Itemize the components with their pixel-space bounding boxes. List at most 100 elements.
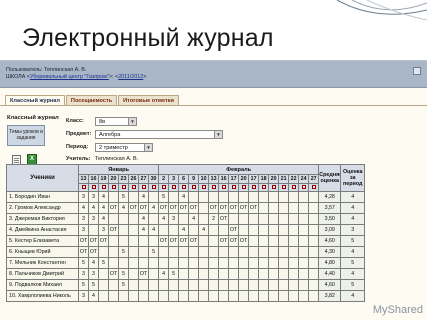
student-name[interactable]: 1. Бородин Иван (6, 191, 79, 203)
mark-cell[interactable] (308, 246, 320, 258)
mark-cell[interactable] (118, 290, 129, 302)
mark-cell[interactable]: ОТ (188, 235, 200, 247)
mark-cell[interactable] (218, 290, 230, 302)
mark-cell[interactable]: 3 (78, 290, 89, 302)
mark-cell[interactable] (228, 213, 240, 225)
mark-cell[interactable]: 4 (178, 224, 190, 236)
mark-cell[interactable] (218, 246, 230, 258)
mark-cell[interactable] (288, 202, 300, 214)
mark-cell[interactable] (128, 246, 139, 258)
mark-cell[interactable] (268, 257, 280, 269)
lesson-checkbox-cell[interactable] (128, 183, 139, 192)
mark-cell[interactable] (198, 257, 210, 269)
mark-cell[interactable]: 4 (147, 202, 160, 214)
mark-cell[interactable] (238, 290, 250, 302)
school-link[interactable]: Уборевальный центр "Газпром" (30, 74, 109, 80)
final-mark[interactable]: 5 (340, 257, 366, 269)
mark-cell[interactable] (168, 224, 180, 236)
mark-cell[interactable] (258, 268, 270, 280)
mark-cell[interactable] (278, 213, 290, 225)
lesson-checkbox-cell[interactable] (298, 183, 310, 192)
mark-cell[interactable] (248, 268, 260, 280)
mark-cell[interactable]: ОТ (98, 235, 109, 247)
mark-cell[interactable]: 3 (78, 224, 89, 236)
mark-cell[interactable] (188, 268, 200, 280)
student-name[interactable]: 8. Пальчиков Дмитрий (6, 268, 79, 280)
mark-cell[interactable] (208, 235, 220, 247)
lesson-checkbox-cell[interactable] (218, 183, 230, 192)
mark-cell[interactable]: 4 (88, 202, 99, 214)
mark-cell[interactable]: 5 (158, 191, 170, 203)
mark-cell[interactable] (208, 246, 220, 258)
day-header[interactable]: 10 (198, 174, 210, 184)
lesson-checkbox[interactable] (241, 185, 246, 190)
mark-cell[interactable] (268, 246, 280, 258)
student-name[interactable]: 9. Подвалков Михаил (6, 279, 79, 291)
mark-cell[interactable]: 5 (118, 279, 129, 291)
mark-cell[interactable] (288, 235, 300, 247)
final-mark[interactable]: 5 (340, 279, 366, 291)
mark-cell[interactable] (248, 246, 260, 258)
mark-cell[interactable] (258, 279, 270, 291)
mark-cell[interactable] (147, 191, 160, 203)
subject-select[interactable]: Алгебра ▼ (95, 130, 223, 139)
mark-cell[interactable] (178, 279, 190, 291)
day-header[interactable]: 20 (268, 174, 280, 184)
mark-cell[interactable] (147, 279, 160, 291)
mark-cell[interactable] (198, 279, 210, 291)
lesson-checkbox-cell[interactable] (228, 183, 240, 192)
mark-cell[interactable] (178, 246, 190, 258)
mark-cell[interactable] (248, 213, 260, 225)
lesson-checkbox[interactable] (261, 185, 266, 190)
lesson-checkbox[interactable] (151, 185, 156, 190)
final-mark[interactable]: 4 (340, 191, 366, 203)
final-mark[interactable]: 3 (340, 224, 366, 236)
lesson-checkbox-cell[interactable] (147, 183, 160, 192)
mark-cell[interactable] (248, 224, 260, 236)
mark-cell[interactable] (288, 268, 300, 280)
period-select[interactable]: 2 триместр ▼ (95, 143, 153, 152)
lesson-checkbox-cell[interactable] (88, 183, 99, 192)
mark-cell[interactable]: ОТ (138, 202, 149, 214)
mark-cell[interactable] (128, 279, 139, 291)
year-link[interactable]: 2011/2012 (118, 74, 143, 80)
final-mark[interactable]: 4 (340, 213, 366, 225)
lesson-checkbox-cell[interactable] (248, 183, 260, 192)
mark-cell[interactable] (248, 191, 260, 203)
mark-cell[interactable]: ОТ (78, 246, 89, 258)
mark-cell[interactable] (158, 279, 170, 291)
mark-cell[interactable]: ОТ (228, 224, 240, 236)
mark-cell[interactable] (168, 279, 180, 291)
mark-cell[interactable] (198, 202, 210, 214)
lesson-checkbox[interactable] (251, 185, 256, 190)
mark-cell[interactable]: ОТ (108, 268, 119, 280)
mark-cell[interactable] (268, 279, 280, 291)
mark-cell[interactable] (298, 213, 310, 225)
mark-cell[interactable] (158, 246, 170, 258)
mark-cell[interactable]: 4 (147, 224, 160, 236)
lesson-checkbox-cell[interactable] (168, 183, 180, 192)
day-header[interactable]: 22 (288, 174, 300, 184)
mark-cell[interactable] (218, 191, 230, 203)
mark-cell[interactable]: 4 (98, 213, 109, 225)
class-select[interactable]: 8в ▼ (95, 117, 137, 126)
day-header[interactable]: 18 (258, 174, 270, 184)
day-header[interactable]: 6 (178, 174, 190, 184)
mark-cell[interactable]: 4 (98, 202, 109, 214)
mark-cell[interactable] (218, 279, 230, 291)
mark-cell[interactable]: 3 (168, 213, 180, 225)
student-name[interactable]: 2. Громов Александр (6, 202, 79, 214)
mark-cell[interactable]: 5 (118, 246, 129, 258)
mark-cell[interactable] (118, 235, 129, 247)
mark-cell[interactable] (258, 257, 270, 269)
mark-cell[interactable]: ОТ (208, 202, 220, 214)
mark-cell[interactable] (288, 257, 300, 269)
mark-cell[interactable] (208, 224, 220, 236)
mark-cell[interactable] (278, 224, 290, 236)
mark-cell[interactable] (108, 257, 119, 269)
mark-cell[interactable] (147, 257, 160, 269)
day-header[interactable]: 27 (308, 174, 320, 184)
mark-cell[interactable] (208, 257, 220, 269)
mark-cell[interactable]: 4 (78, 202, 89, 214)
mark-cell[interactable]: ОТ (178, 235, 190, 247)
